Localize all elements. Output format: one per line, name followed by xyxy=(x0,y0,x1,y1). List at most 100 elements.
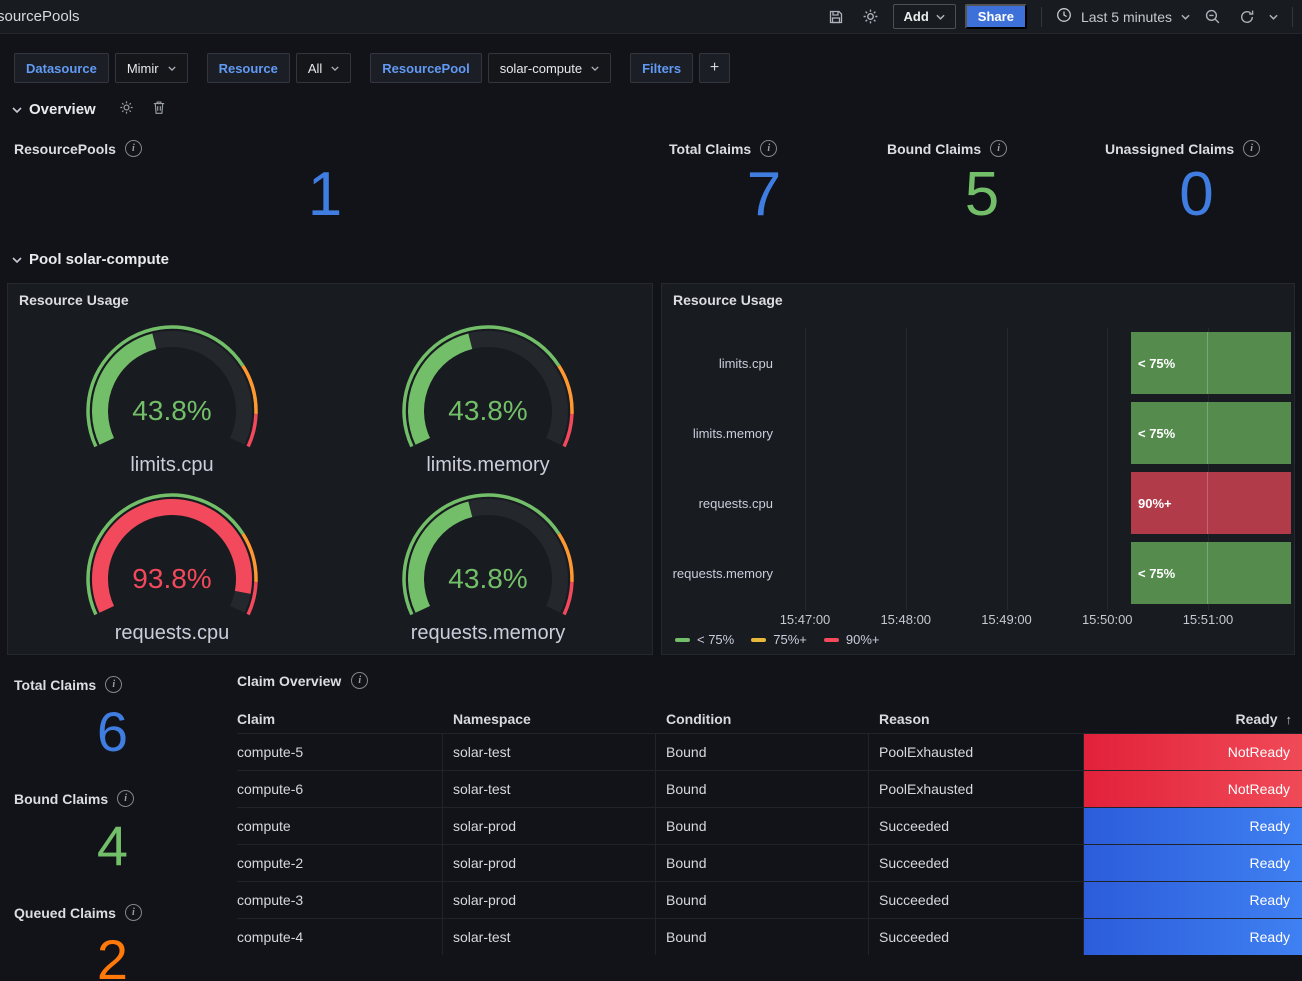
save-dashboard-button[interactable] xyxy=(823,4,849,30)
share-button[interactable]: Share xyxy=(965,4,1027,29)
info-icon[interactable] xyxy=(125,904,142,921)
column-header-namespace[interactable]: Namespace xyxy=(443,705,656,733)
add-button-label: Add xyxy=(904,9,929,24)
stat-value: 1 xyxy=(0,167,650,223)
time-range-picker[interactable]: Last 5 minutes xyxy=(1056,7,1190,26)
save-icon xyxy=(828,9,844,25)
cell-reason: Succeeded xyxy=(869,882,1084,918)
table-row[interactable]: compute-5solar-testBoundPoolExhaustedNot… xyxy=(237,733,1302,770)
legend-item[interactable]: 90%+ xyxy=(824,632,880,647)
cell-namespace: solar-test xyxy=(443,734,656,770)
refresh-button[interactable] xyxy=(1234,4,1260,30)
timeline-gridline-overlay xyxy=(1207,542,1208,604)
resourcepool-label[interactable]: ResourcePool xyxy=(370,53,481,83)
gauge-label: limits.cpu xyxy=(130,454,213,477)
stat-value: 2 xyxy=(0,935,225,981)
table-row[interactable]: compute-3solar-prodBoundSucceededReady xyxy=(237,881,1302,918)
info-icon[interactable] xyxy=(351,672,368,689)
cell-ready-status: Ready xyxy=(1084,808,1302,844)
stat-panel-total-claims-pool: Total Claims 6 xyxy=(0,664,225,757)
panel-title[interactable]: Resource Usage xyxy=(662,284,1294,312)
panel-title[interactable]: Claim Overview xyxy=(237,673,341,689)
info-icon[interactable] xyxy=(1243,140,1260,157)
legend-item[interactable]: < 75% xyxy=(675,632,734,647)
column-header-ready-label: Ready xyxy=(1235,711,1277,727)
cell-reason: Succeeded xyxy=(869,919,1084,955)
dashboard-settings-button[interactable] xyxy=(858,4,884,30)
info-icon[interactable] xyxy=(105,676,122,693)
timeline-gridline-overlay xyxy=(1207,332,1208,394)
datasource-label[interactable]: Datasource xyxy=(14,53,109,83)
cell-namespace: solar-test xyxy=(443,919,656,955)
column-header-ready[interactable]: Ready ↑ xyxy=(1084,705,1302,733)
stat-title: Bound Claims xyxy=(887,141,981,157)
table-header-row: Claim Namespace Condition Reason Ready ↑ xyxy=(237,705,1302,733)
x-axis-tick-label: 15:51:00 xyxy=(1163,612,1253,627)
gauge-label: requests.cpu xyxy=(115,622,230,645)
stat-panel-bound-claims: Bound Claims 5 xyxy=(873,128,1091,223)
resourcepool-variable: ResourcePool solar-compute xyxy=(370,53,611,83)
row-settings-gear-icon[interactable] xyxy=(119,100,134,119)
gauge-label: limits.memory xyxy=(426,454,549,477)
legend-item[interactable]: 75%+ xyxy=(751,632,807,647)
timeline-gridline xyxy=(805,328,806,610)
datasource-variable: Datasource Mimir xyxy=(14,53,188,83)
timeline-gridline xyxy=(906,328,907,610)
time-range-label: Last 5 minutes xyxy=(1081,9,1172,25)
add-panel-button[interactable]: Add xyxy=(893,4,956,29)
row-header-pool[interactable]: Pool solar-compute xyxy=(12,251,169,268)
column-header-condition[interactable]: Condition xyxy=(656,705,869,733)
cell-claim: compute-5 xyxy=(237,734,443,770)
info-icon[interactable] xyxy=(990,140,1007,157)
table-row[interactable]: computesolar-prodBoundSucceededReady xyxy=(237,807,1302,844)
chevron-down-icon xyxy=(331,66,339,71)
add-filter-button[interactable]: + xyxy=(699,53,730,83)
info-icon[interactable] xyxy=(117,790,134,807)
zoom-out-time-button[interactable] xyxy=(1199,4,1225,30)
cell-condition: Bound xyxy=(656,919,869,955)
gauge-arc: 43.8% xyxy=(388,317,588,467)
cell-ready-status: NotReady xyxy=(1084,771,1302,807)
cell-condition: Bound xyxy=(656,808,869,844)
x-axis-tick-label: 15:47:00 xyxy=(760,612,850,627)
chevron-down-icon xyxy=(12,257,22,263)
row-title-pool: Pool solar-compute xyxy=(29,251,169,268)
x-axis-tick-label: 15:50:00 xyxy=(1062,612,1152,627)
dashboard-title: sourcePools xyxy=(0,8,80,25)
legend-color-dash xyxy=(751,638,766,642)
table-row[interactable]: compute-6solar-testBoundPoolExhaustedNot… xyxy=(237,770,1302,807)
resource-select[interactable]: All xyxy=(296,53,351,83)
refresh-interval-dropdown[interactable] xyxy=(1269,14,1278,20)
info-icon[interactable] xyxy=(760,140,777,157)
resourcepool-select[interactable]: solar-compute xyxy=(488,53,611,83)
row-delete-trash-icon[interactable] xyxy=(152,100,166,119)
row-header-overview[interactable]: Overview xyxy=(12,100,166,119)
resource-label[interactable]: Resource xyxy=(207,53,290,83)
cell-condition: Bound xyxy=(656,845,869,881)
claim-overview-panel: Claim Overview Claim Namespace Condition… xyxy=(225,660,1302,981)
table-row[interactable]: compute-2solar-prodBoundSucceededReady xyxy=(237,844,1302,881)
table-row[interactable]: compute-4solar-testBoundSucceededReady xyxy=(237,918,1302,955)
stat-value: 4 xyxy=(0,821,225,871)
stat-value: 6 xyxy=(0,707,225,757)
stat-panel-total-claims: Total Claims 7 xyxy=(655,128,873,223)
legend-color-dash xyxy=(675,638,690,642)
legend-label: < 75% xyxy=(697,632,734,647)
stat-value: 7 xyxy=(655,167,873,223)
timeline-row-label: requests.memory xyxy=(662,566,773,581)
datasource-select[interactable]: Mimir xyxy=(115,53,188,83)
timeline-state-label: < 75% xyxy=(1138,426,1175,441)
gauge-arc: 43.8% xyxy=(388,485,588,635)
column-header-reason[interactable]: Reason xyxy=(869,705,1084,733)
info-icon[interactable] xyxy=(125,140,142,157)
column-header-claim[interactable]: Claim xyxy=(237,705,443,733)
stat-title: Unassigned Claims xyxy=(1105,141,1234,157)
cell-reason: Succeeded xyxy=(869,808,1084,844)
state-timeline-panel: Resource Usage limits.cpu< 75%limits.mem… xyxy=(661,283,1295,655)
panel-title[interactable]: Resource Usage xyxy=(8,284,652,312)
stat-title: Bound Claims xyxy=(14,791,108,807)
gauge-arc: 93.8% xyxy=(72,485,272,635)
gauge-panel: Resource Usage 43.8% limits.cpu 43.8% li… xyxy=(7,283,653,655)
cell-reason: Succeeded xyxy=(869,845,1084,881)
filters-label[interactable]: Filters xyxy=(630,53,693,83)
